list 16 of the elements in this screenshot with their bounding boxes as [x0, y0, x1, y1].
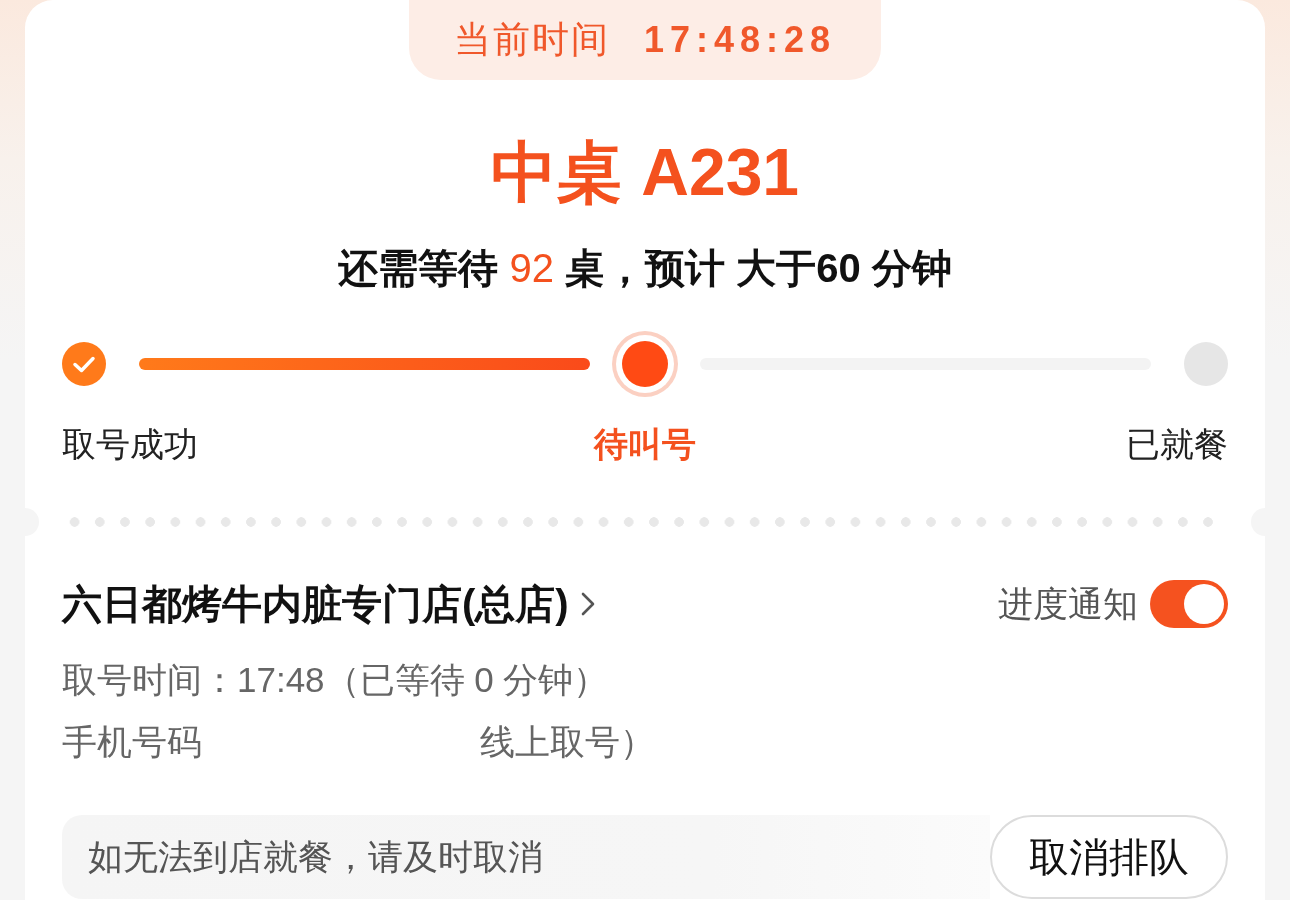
clock-label: 当前时间: [453, 18, 610, 62]
step-label: 取号成功: [62, 424, 198, 465]
wait-estimate: 还需等待 92 桌，预计 大于60 分钟: [338, 246, 952, 290]
store-link[interactable]: 六日都烤牛内脏专门店(总店): [62, 576, 595, 632]
cancel-notice: 如无法到店就餐，请及时取消: [62, 815, 990, 899]
step-label: 已就餐: [1126, 424, 1228, 465]
ticket-number: 中桌 A231: [490, 134, 800, 211]
cancel-queue-button[interactable]: 取消排队: [990, 815, 1228, 899]
notify-label: 进度通知: [998, 582, 1138, 625]
chevron-right-icon: [580, 592, 595, 616]
clock-time: 17:48:28: [643, 19, 837, 61]
queue-time-text: 取号时间：17:48（已等待 0 分钟）: [62, 659, 609, 701]
queue-source-text: 线上取号）: [480, 721, 655, 763]
step-label: 待叫号: [594, 424, 696, 465]
phone-label: 手机号码: [62, 721, 202, 763]
notify-toggle[interactable]: [1150, 580, 1228, 628]
